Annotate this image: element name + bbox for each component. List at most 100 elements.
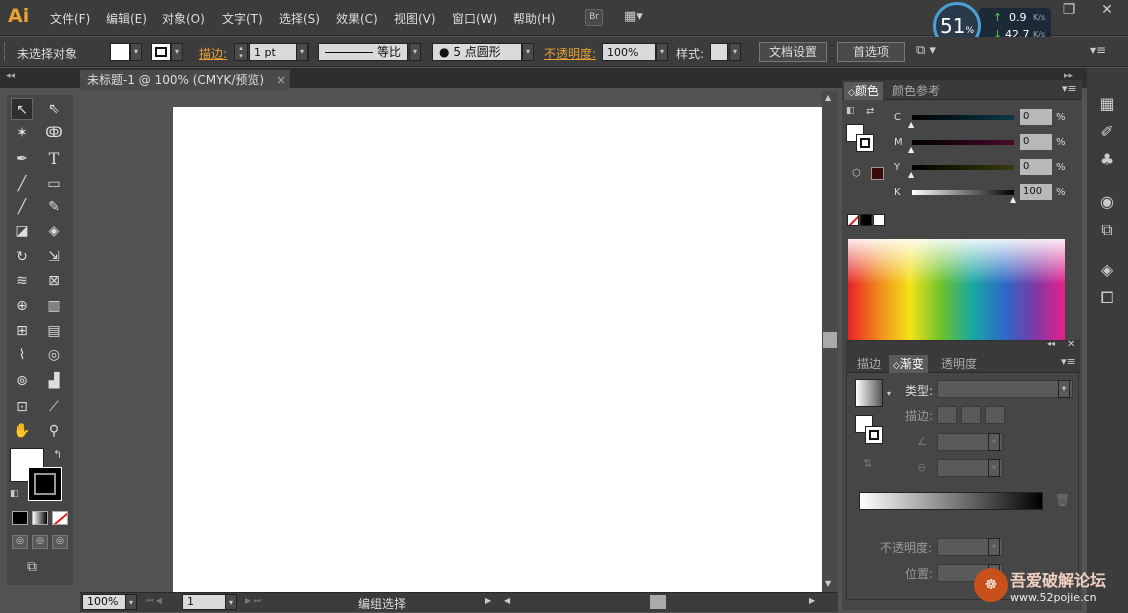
workspace-switcher-icon[interactable]: ▦▾: [624, 9, 652, 26]
fill-dropdown[interactable]: ▾: [130, 43, 142, 61]
zoom-tool-icon[interactable]: ⚲: [43, 420, 65, 442]
artboard[interactable]: [173, 107, 822, 593]
stroke-dropdown[interactable]: ▾: [171, 43, 183, 61]
aspect-ratio-field[interactable]: ▾: [937, 459, 1003, 477]
white-color-swatch[interactable]: [873, 214, 885, 226]
blend-tool-icon[interactable]: ◎: [43, 344, 65, 366]
opacity-label[interactable]: 不透明度:: [544, 45, 596, 62]
draw-normal-icon[interactable]: ◎: [12, 535, 28, 549]
swap-colors-icon[interactable]: ↰: [53, 448, 62, 461]
color-panel-menu-icon[interactable]: ▾≡: [1062, 82, 1077, 95]
zoom-dropdown[interactable]: ▾: [125, 594, 137, 610]
close-button[interactable]: ✕: [1086, 0, 1128, 20]
menu-window[interactable]: 窗口(W): [452, 10, 497, 27]
black-color-swatch[interactable]: [860, 214, 872, 226]
type-tool-icon[interactable]: T: [43, 148, 65, 170]
preferences-button[interactable]: 首选项: [837, 42, 905, 62]
channel-k-field[interactable]: 100: [1020, 184, 1052, 200]
style-swatch[interactable]: [710, 43, 728, 61]
scroll-up-icon[interactable]: ▲: [825, 93, 831, 102]
eyedropper-tool-icon[interactable]: ⌇: [11, 344, 33, 366]
tab-color-guide[interactable]: 颜色参考: [888, 82, 944, 100]
default-colors-icon[interactable]: ◧: [10, 489, 19, 499]
reverse-gradient-icon[interactable]: ⇅: [863, 457, 872, 470]
stroke-swatch[interactable]: [151, 43, 171, 61]
stroke-color-swatch[interactable]: [28, 467, 62, 501]
draw-inside-icon[interactable]: ◎: [52, 535, 68, 549]
restore-button[interactable]: ❐: [1052, 0, 1086, 20]
stroke-weight-dropdown[interactable]: ▾: [296, 43, 308, 61]
pen-tool-icon[interactable]: ✒: [11, 148, 33, 170]
out-of-gamut-icon[interactable]: ⬡: [852, 168, 861, 179]
channel-c-slider[interactable]: [912, 115, 1014, 120]
style-dropdown[interactable]: ▾: [729, 43, 741, 61]
none-color-swatch[interactable]: [847, 214, 859, 226]
arrange-documents-icon[interactable]: ⧉ ▾: [916, 43, 946, 61]
scroll-left-icon[interactable]: ◀: [504, 596, 510, 605]
tab-transparency[interactable]: 透明度: [937, 355, 981, 373]
vertical-scrollbar[interactable]: ▲ ▼: [822, 91, 838, 592]
scroll-right-icon[interactable]: ▶: [809, 596, 815, 605]
gradient-preview-dropdown-icon[interactable]: ▾: [887, 389, 891, 398]
mesh-tool-icon[interactable]: ⊞: [11, 320, 33, 342]
menu-view[interactable]: 视图(V): [394, 10, 436, 27]
menu-select[interactable]: 选择(S): [279, 10, 320, 27]
symbol-sprayer-tool-icon[interactable]: ⊚: [11, 370, 33, 392]
color-mode-button[interactable]: [12, 511, 28, 525]
channel-y-field[interactable]: 0: [1020, 159, 1052, 175]
gradient-slider-bar[interactable]: [859, 492, 1043, 510]
gradient-preview-swatch[interactable]: [855, 379, 883, 407]
tab-gradient[interactable]: ◇渐变: [889, 355, 928, 373]
selection-tool-icon[interactable]: ↖: [11, 98, 33, 120]
channel-m-slider[interactable]: [912, 140, 1014, 145]
zoom-field[interactable]: 100%: [82, 594, 126, 610]
gradient-stroke-swatch[interactable]: [865, 426, 883, 444]
channel-y-handle[interactable]: ▲: [908, 170, 914, 179]
gradient-close-icon[interactable]: ✕: [1067, 339, 1075, 350]
gradient-opacity-field[interactable]: ▾: [937, 538, 1003, 556]
channel-k-handle[interactable]: ▲: [1010, 195, 1016, 204]
channel-m-field[interactable]: 0: [1020, 134, 1052, 150]
draw-behind-icon[interactable]: ◎: [32, 535, 48, 549]
channel-m-handle[interactable]: ▲: [908, 145, 914, 154]
line-tool-icon[interactable]: ╱: [11, 173, 33, 195]
graph-tool-icon[interactable]: ▟: [43, 370, 65, 392]
aspect-ratio-dropdown[interactable]: ▾: [988, 459, 1000, 477]
appearance-panel-icon[interactable]: ◉: [1095, 190, 1119, 214]
angle-dropdown[interactable]: ▾: [988, 433, 1000, 451]
mini-default-icon[interactable]: ◧: [846, 106, 855, 116]
stroke-stepper[interactable]: ▴ ▾: [234, 43, 248, 61]
fill-swatch[interactable]: [110, 43, 130, 61]
page-dropdown[interactable]: ▾: [225, 594, 237, 610]
document-tab[interactable]: 未标题-1 @ 100% (CMYK/预览) ×: [80, 70, 290, 90]
gradient-tool-icon[interactable]: ▤: [43, 320, 65, 342]
layers-panel-icon[interactable]: ◈: [1095, 258, 1119, 282]
perspective-grid-tool-icon[interactable]: ▥: [43, 295, 65, 317]
mini-swap-icon[interactable]: ⇄: [866, 106, 874, 117]
artboards-panel-icon[interactable]: ⧠: [1095, 286, 1119, 310]
width-tool-icon[interactable]: ≋: [11, 270, 33, 292]
channel-y-slider[interactable]: [912, 165, 1014, 170]
menu-effect[interactable]: 效果(C): [336, 10, 378, 27]
collapse-toolbox-icon[interactable]: ◂◂: [6, 71, 15, 81]
slice-tool-icon[interactable]: ⟋: [43, 396, 65, 418]
stroke-along-button[interactable]: [961, 406, 981, 424]
scroll-down-icon[interactable]: ▼: [825, 579, 831, 588]
brush-dropdown[interactable]: ▾: [522, 43, 534, 61]
brush-select[interactable]: ● 5 点圆形: [432, 43, 522, 61]
scale-tool-icon[interactable]: ⇲: [43, 246, 65, 268]
brushes-panel-icon[interactable]: ✐: [1095, 120, 1119, 144]
stroke-label[interactable]: 描边:: [199, 45, 227, 62]
document-setup-button[interactable]: 文档设置: [759, 42, 827, 62]
menu-type[interactable]: 文字(T): [222, 10, 263, 27]
gradient-panel-menu-icon[interactable]: ▾≡: [1061, 355, 1076, 368]
paintbrush-tool-icon[interactable]: ╱: [11, 196, 33, 218]
gradient-mode-button[interactable]: [32, 511, 48, 525]
menu-edit[interactable]: 编辑(E): [106, 10, 147, 27]
control-menu-icon[interactable]: ▾≡: [1090, 43, 1110, 61]
rotate-tool-icon[interactable]: ↻: [11, 246, 33, 268]
gradient-opacity-dropdown[interactable]: ▾: [988, 538, 1000, 556]
horizontal-scroll-thumb[interactable]: [650, 595, 666, 609]
screen-mode-icon[interactable]: ⧉: [27, 559, 49, 577]
status-menu-icon[interactable]: ▶: [485, 596, 491, 605]
